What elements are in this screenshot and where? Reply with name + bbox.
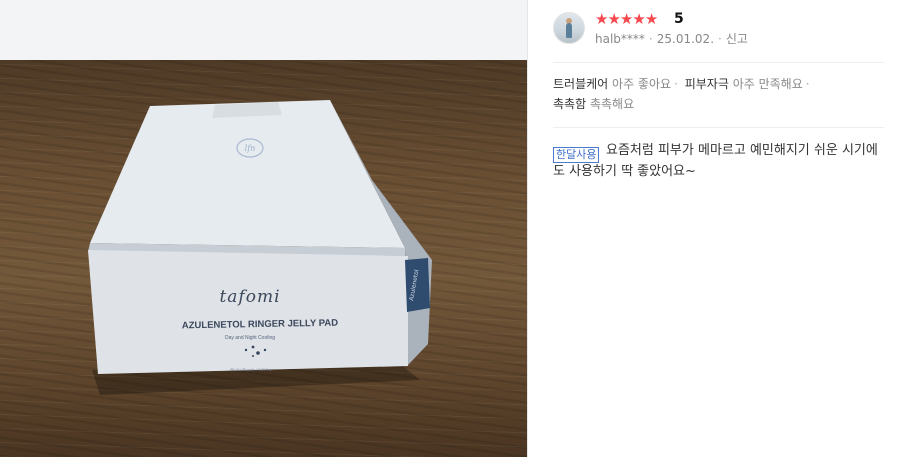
star-icon: ★	[644, 10, 658, 28]
review-text: 요즘처럼 피부가 메마르고 예민해지기 쉬운 시기에도 사용하기 딱 좋았어요~	[553, 143, 878, 179]
attr-value: 아주 만족해요	[732, 77, 803, 91]
avatar[interactable]	[553, 12, 585, 44]
attr-value: 아주 좋아요	[612, 77, 672, 91]
review-photo-viewer: Azulenetol lfn tafomi AZULENETOL RINGER …	[0, 0, 527, 457]
divider	[553, 62, 884, 63]
reviewer-name: halb****	[595, 32, 645, 46]
attr-value: 촉촉해요	[589, 97, 635, 111]
divider	[553, 127, 884, 128]
attr-key: 트러블케어	[553, 77, 609, 91]
star-icon: ★	[607, 10, 620, 28]
attr-key: 피부자극	[684, 77, 729, 91]
report-link[interactable]: 신고	[726, 32, 748, 46]
photo-topbar	[0, 0, 527, 60]
review-photo[interactable]: Azulenetol lfn tafomi AZULENETOL RINGER …	[0, 60, 527, 457]
rating-stars: ★ ★ ★ ★ ★	[595, 10, 658, 28]
review-meta: halb**** · 25.01.02. · 신고	[595, 32, 748, 46]
review-date: 25.01.02.	[656, 32, 715, 46]
fineprint-text: 80 / 0 / 80 pads / 6.66 fl.oz.	[230, 368, 273, 372]
brand-text: tafomi	[219, 287, 280, 307]
attr-key: 촉촉함	[553, 97, 587, 111]
review-attributes: 트러블케어 아주 좋아요 · 피부자극 아주 만족해요 · 촉촉함 촉촉해요	[553, 77, 810, 111]
star-icon: ★	[632, 10, 645, 28]
star-icon: ★	[619, 10, 633, 28]
review-panel: ★ ★ ★ ★ ★ 5 halb**** · 25.01.02. · 신고 트러블케어 …	[528, 0, 901, 457]
product-subtitle-text: Day and Night Cooling	[225, 335, 275, 341]
emblem-text: lfn	[245, 144, 256, 153]
star-icon: ★	[595, 10, 608, 28]
rating-value: 5	[674, 11, 684, 27]
product-box-illustration: Azulenetol lfn tafomi AZULENETOL RINGER …	[88, 100, 432, 395]
